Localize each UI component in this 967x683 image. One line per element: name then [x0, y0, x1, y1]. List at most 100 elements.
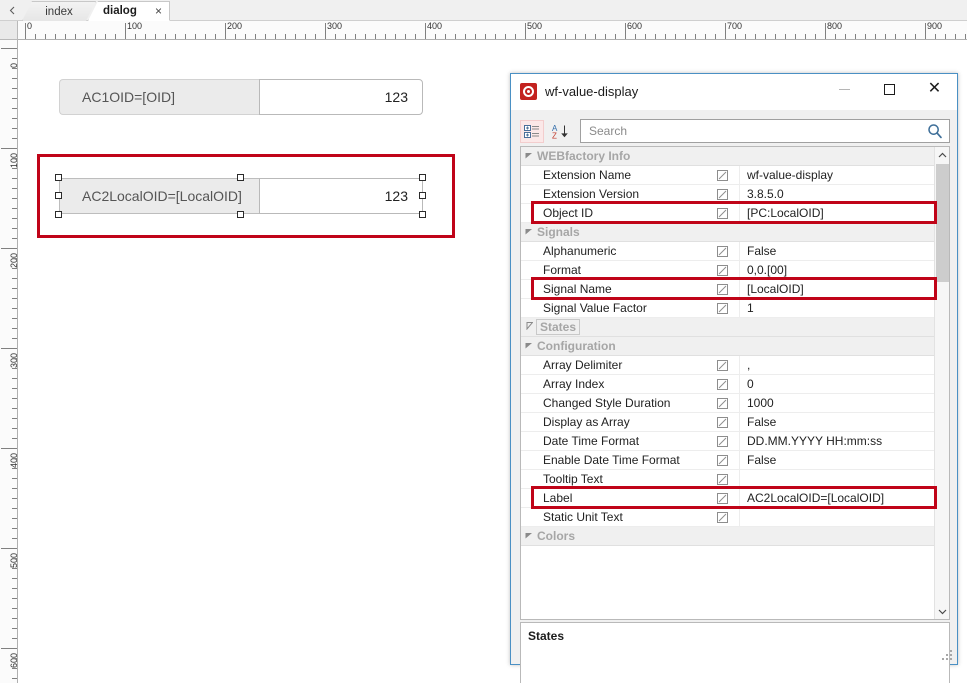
minimize-icon[interactable]	[822, 74, 867, 104]
property-name: Date Time Format	[543, 434, 640, 448]
property-row[interactable]: Object ID [PC:LocalOID]	[521, 203, 949, 223]
property-row[interactable]: Array Delimiter,	[521, 355, 949, 375]
property-value[interactable]: False	[739, 241, 949, 261]
scrollbar-thumb[interactable]	[936, 164, 949, 282]
property-group-label: Signals	[537, 225, 580, 239]
resize-handle-se[interactable]	[419, 211, 426, 218]
binding-square-icon[interactable]	[717, 264, 739, 276]
dialog-title-bar[interactable]: wf-value-display ✕	[511, 74, 957, 110]
property-row[interactable]: Date Time Format DD.MM.YYYY HH:mm:ss	[521, 431, 949, 451]
property-group-signals[interactable]: Signals	[521, 223, 949, 242]
tab-strip: index dialog ×	[0, 0, 967, 21]
binding-square-icon[interactable]	[717, 359, 739, 371]
property-row[interactable]: Label AC2LocalOID=[LocalOID]	[521, 488, 949, 508]
group-collapse-icon[interactable]	[521, 227, 537, 237]
property-row[interactable]: Extension Version 3.8.5.0	[521, 184, 949, 204]
resize-handle-sw[interactable]	[55, 211, 62, 218]
property-value[interactable]: 0	[739, 374, 949, 394]
resize-handle-s[interactable]	[237, 211, 244, 218]
binding-square-icon[interactable]	[717, 207, 739, 219]
group-collapse-icon[interactable]	[521, 341, 537, 351]
binding-square-icon[interactable]	[717, 435, 739, 447]
resize-handle-ne[interactable]	[419, 174, 426, 181]
property-name: Enable Date Time Format	[543, 453, 680, 467]
property-name: Object ID	[543, 206, 594, 220]
property-row[interactable]: Changed Style Duration 1000	[521, 393, 949, 413]
binding-square-icon[interactable]	[717, 473, 739, 485]
chevron-up-icon[interactable]	[935, 147, 949, 162]
binding-square-icon[interactable]	[717, 378, 739, 390]
binding-square-icon[interactable]	[717, 283, 739, 295]
binding-square-icon[interactable]	[717, 302, 739, 314]
property-group-colors[interactable]: Colors	[521, 527, 949, 546]
tab-close-icon[interactable]: ×	[155, 5, 162, 18]
alphabetical-sort-icon[interactable]: A Z	[548, 120, 572, 143]
chevron-down-icon[interactable]	[935, 604, 949, 619]
property-grid-scrollbar[interactable]	[934, 147, 949, 619]
property-row[interactable]: Array Index 0	[521, 374, 949, 394]
property-value[interactable]: AC2LocalOID=[LocalOID]	[739, 488, 949, 508]
tab-dialog[interactable]: dialog ×	[88, 1, 170, 21]
chevron-left-icon[interactable]	[4, 2, 20, 19]
binding-square-icon[interactable]	[717, 454, 739, 466]
property-row[interactable]: Signal Value Factor 1	[521, 298, 949, 318]
property-grid[interactable]: WEBfactory Info Extension Name wf-value-di…	[520, 146, 950, 620]
property-value[interactable]: False	[739, 412, 949, 432]
property-row[interactable]: Extension Name wf-value-display	[521, 165, 949, 185]
property-name: Array Index	[543, 377, 605, 391]
property-row[interactable]: Tooltip Text	[521, 469, 949, 489]
property-value[interactable]	[739, 507, 949, 527]
ruler-corner	[0, 21, 18, 40]
resize-handle-e[interactable]	[419, 192, 426, 199]
property-row[interactable]: Static Unit Text	[521, 507, 949, 527]
wf-value-display-2[interactable]: AC2LocalOID=[LocalOID] 123	[59, 178, 423, 214]
property-value[interactable]: False	[739, 450, 949, 470]
property-value[interactable]: [LocalOID]	[739, 279, 949, 299]
property-value[interactable]: DD.MM.YYYY HH:mm:ss	[739, 431, 949, 451]
group-collapse-icon[interactable]	[521, 531, 537, 541]
resize-grip-icon[interactable]	[942, 650, 953, 661]
property-value[interactable]: 3.8.5.0	[739, 184, 949, 204]
property-value[interactable]: 1	[739, 298, 949, 318]
tab-index[interactable]: index	[22, 1, 96, 21]
property-name: Array Delimiter	[543, 358, 623, 372]
property-row[interactable]: Alphanumeric False	[521, 241, 949, 261]
control-2-value[interactable]: 123	[259, 178, 423, 214]
property-group-states[interactable]: States	[521, 318, 949, 337]
group-collapse-icon[interactable]	[521, 151, 537, 161]
resize-handle-n[interactable]	[237, 174, 244, 181]
binding-square-icon[interactable]	[717, 492, 739, 504]
property-value[interactable]	[739, 469, 949, 489]
resize-handle-w[interactable]	[55, 192, 62, 199]
property-row[interactable]: Enable Date Time Format False	[521, 450, 949, 470]
property-value[interactable]: ,	[739, 355, 949, 375]
property-row[interactable]: Signal Name [LocalOID]	[521, 279, 949, 299]
property-row[interactable]: Format 0,0.[00]	[521, 260, 949, 280]
maximize-icon[interactable]	[867, 74, 912, 104]
property-row[interactable]: Display as Array False	[521, 412, 949, 432]
property-name: Static Unit Text	[543, 510, 623, 524]
binding-square-icon[interactable]	[717, 397, 739, 409]
search-input[interactable]: Search	[580, 119, 950, 143]
binding-square-icon[interactable]	[717, 416, 739, 428]
group-expand-icon[interactable]	[521, 322, 537, 332]
property-value[interactable]: wf-value-display	[739, 165, 949, 185]
wf-value-display-1[interactable]: AC1OID=[OID] 123	[59, 79, 423, 115]
binding-square-icon[interactable]	[717, 169, 739, 181]
property-value[interactable]: 0,0.[00]	[739, 260, 949, 280]
binding-square-icon[interactable]	[717, 245, 739, 257]
binding-square-icon[interactable]	[717, 188, 739, 200]
properties-dialog[interactable]: wf-value-display ✕ A Z Search WEBfactory…	[510, 73, 958, 683]
property-name: Extension Version	[543, 187, 640, 201]
app-root: index dialog × 0 100 200 300 400 500 600 700 800…	[0, 0, 967, 683]
binding-square-icon[interactable]	[717, 511, 739, 523]
property-group-configuration[interactable]: Configuration	[521, 337, 949, 356]
property-value[interactable]: 1000	[739, 393, 949, 413]
property-value[interactable]: [PC:LocalOID]	[739, 203, 949, 223]
categorized-view-icon[interactable]	[520, 120, 544, 143]
close-icon[interactable]: ✕	[912, 74, 957, 104]
property-group-webfactory-info[interactable]: WEBfactory Info	[521, 147, 949, 166]
control-1-value[interactable]: 123	[259, 79, 423, 115]
resize-handle-nw[interactable]	[55, 174, 62, 181]
search-icon[interactable]	[927, 123, 943, 139]
